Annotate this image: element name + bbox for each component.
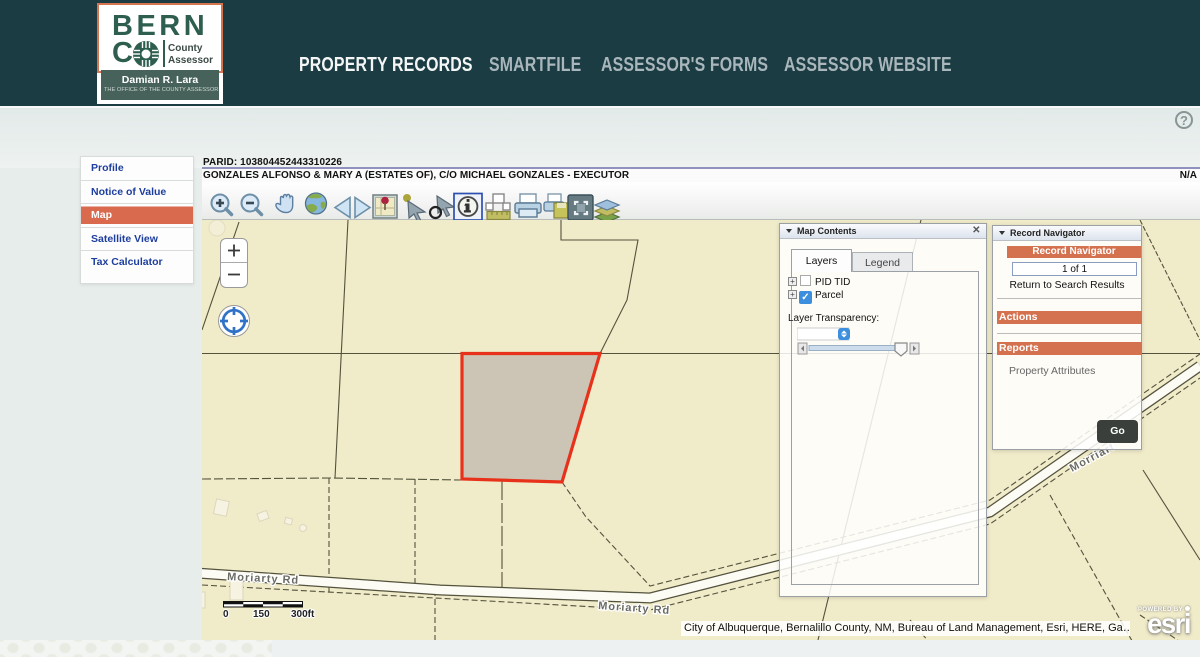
svg-text:0: 0 xyxy=(223,609,229,620)
svg-text:150: 150 xyxy=(253,609,270,620)
svg-text:Moriarty Rd: Moriarty Rd xyxy=(598,600,671,617)
svg-text:300ft: 300ft xyxy=(291,609,315,620)
